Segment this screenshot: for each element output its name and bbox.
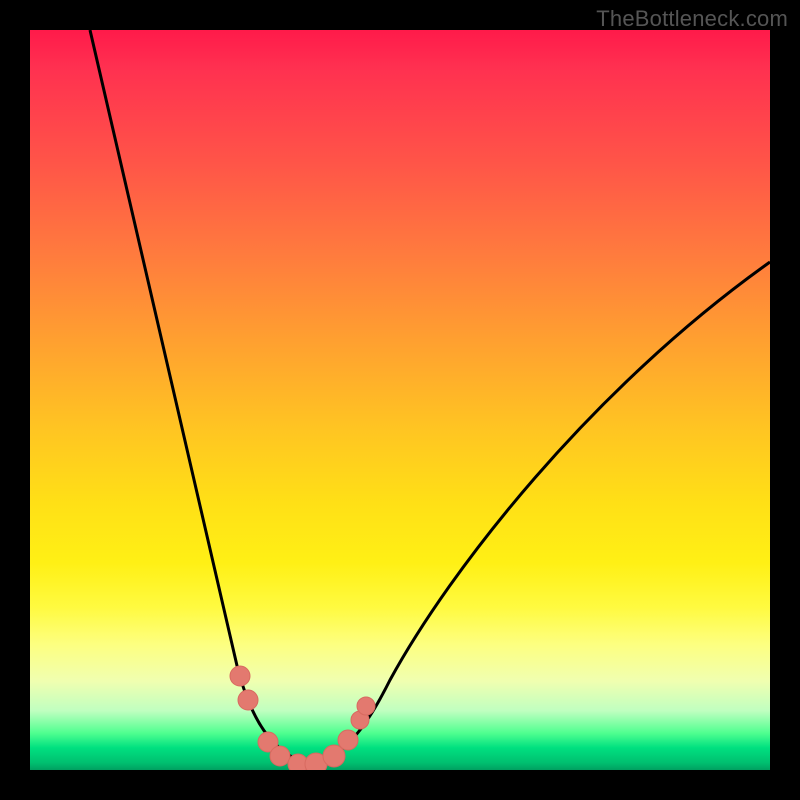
marker-dot bbox=[338, 730, 358, 750]
curve-overlay bbox=[30, 30, 770, 770]
watermark-text: TheBottleneck.com bbox=[596, 6, 788, 32]
left-curve bbox=[90, 30, 308, 765]
marker-dot bbox=[230, 666, 250, 686]
marker-dot bbox=[357, 697, 375, 715]
marker-dot bbox=[270, 746, 290, 766]
marker-group bbox=[230, 666, 375, 770]
right-curve bbox=[318, 262, 770, 765]
marker-dot bbox=[238, 690, 258, 710]
